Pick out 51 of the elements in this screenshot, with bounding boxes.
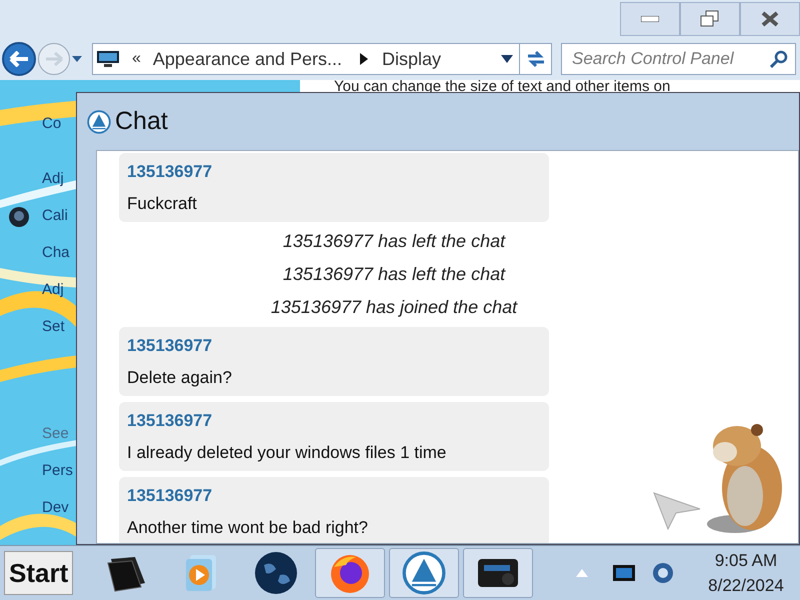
clock[interactable]: 9:05 AM 8/22/2024	[696, 548, 796, 598]
address-bar[interactable]: « Appearance and Pers... Display	[92, 43, 552, 75]
sidebar-link[interactable]: Dev	[42, 497, 69, 520]
message-text: I already deleted your windows files 1 time	[127, 442, 448, 464]
sidebar-heading: See	[42, 424, 69, 444]
window-title: Chat	[115, 106, 168, 137]
tray-monitor-icon[interactable]	[612, 563, 636, 583]
start-button[interactable]: Start	[4, 551, 74, 595]
sidebar-link[interactable]: Set	[42, 316, 65, 339]
breadcrumb-item[interactable]: Display	[382, 46, 442, 72]
sidebar-link[interactable]: Cali	[42, 205, 68, 228]
message-text: Another time wont be bad right?	[127, 516, 369, 538]
search-icon	[770, 50, 788, 68]
message-sender: 135136977	[127, 335, 214, 357]
back-button[interactable]	[2, 42, 36, 76]
sidebar-link[interactable]: Pers	[42, 460, 73, 483]
forward-arrow-icon	[45, 52, 63, 66]
message-sender: 135136977	[127, 485, 214, 507]
calibrate-disc-icon	[8, 206, 30, 228]
sidebar-link[interactable]: Cha	[42, 242, 70, 265]
breadcrumb-separator-icon[interactable]	[360, 53, 368, 65]
close-button[interactable]	[740, 2, 800, 36]
taskbar-app-button[interactable]	[463, 548, 534, 598]
restore-icon	[700, 10, 720, 28]
close-icon	[761, 11, 779, 27]
clock-time: 9:05 AM	[714, 550, 778, 572]
message-text: Fuckcraft	[127, 192, 198, 214]
history-caret-icon[interactable]	[72, 56, 82, 62]
globe-icon	[254, 551, 298, 595]
search-field[interactable]: Search Control Panel	[561, 43, 796, 75]
message-text: Delete again?	[127, 366, 233, 388]
dropdown-caret-icon[interactable]	[501, 55, 513, 63]
triangle-logo-icon	[87, 110, 111, 134]
sidebar-link[interactable]: Co	[42, 113, 62, 136]
chat-event: 135136977 has left the chat	[282, 263, 506, 286]
chat-event: 135136977 has joined the chat	[270, 296, 518, 319]
message-sender: 135136977	[127, 161, 214, 183]
monitor-icon	[96, 50, 120, 68]
minimize-icon	[641, 16, 659, 22]
triangle-logo-icon	[402, 551, 446, 595]
description-text: You can change the size of text and other items on	[334, 80, 672, 94]
sidebar-link[interactable]: Adj	[42, 279, 64, 302]
chat-event: 135136977 has left the chat	[282, 230, 506, 253]
refresh-icon	[526, 50, 546, 68]
restore-button[interactable]	[680, 2, 740, 36]
breadcrumb-overflow[interactable]: «	[132, 47, 141, 71]
breadcrumb-item[interactable]: Appearance and Pers...	[152, 46, 342, 72]
message-sender: 135136977	[127, 410, 214, 432]
back-arrow-icon	[9, 51, 29, 67]
clock-date: 8/22/2024	[708, 575, 784, 597]
sidebar-link[interactable]: Adj	[42, 168, 64, 191]
